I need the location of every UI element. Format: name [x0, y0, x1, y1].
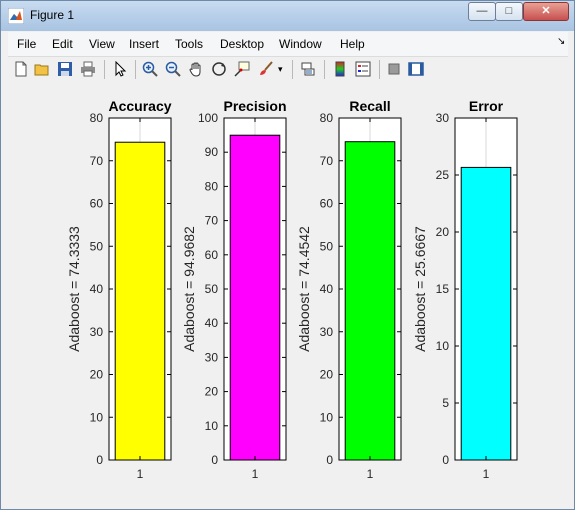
menu-file[interactable]: File [17, 37, 36, 51]
menu-view[interactable]: View [89, 37, 115, 51]
y-tick-label: 0 [442, 453, 449, 467]
menu-edit[interactable]: Edit [52, 37, 73, 51]
close-button[interactable]: ✕ [523, 2, 569, 21]
y-tick-label: 10 [320, 410, 334, 424]
link-icon[interactable] [300, 61, 316, 77]
figure-canvas: 0 10 20 30 40 50 60 70 80 1 Accuracy Adaboost = 74.… [8, 83, 568, 503]
subplot-grid: 010203040506070801AccuracyAdaboost = 74.… [66, 98, 518, 481]
y-tick-label: 70 [205, 214, 219, 228]
menu-tools[interactable]: Tools [175, 37, 203, 51]
y-tick-label: 40 [90, 282, 104, 296]
toolbar: ▾ [8, 56, 568, 84]
y-tick-label: 50 [90, 239, 104, 253]
y-tick-label: 0 [326, 453, 333, 467]
zoom-in-icon[interactable] [142, 61, 158, 77]
y-tick-label: 60 [205, 248, 219, 262]
y-tick-label: 60 [90, 197, 104, 211]
y-axis-label: Adaboost = 74.3333 [66, 226, 82, 352]
bar [344, 141, 396, 461]
y-tick-label: 50 [320, 239, 334, 253]
y-tick-label: 0 [211, 453, 218, 467]
y-tick-label: 10 [205, 419, 219, 433]
y-tick-label: 100 [198, 111, 218, 125]
dock-arrow-icon[interactable]: ↘ [557, 36, 565, 47]
y-tick-label: 0 [96, 453, 103, 467]
toolbar-separator [135, 60, 136, 79]
y-tick-label: 70 [90, 154, 104, 168]
y-tick-label: 80 [320, 111, 334, 125]
toolbar-separator [379, 60, 380, 79]
pointer-icon[interactable] [112, 61, 128, 77]
new-figure-icon[interactable] [13, 61, 29, 77]
y-tick-label: 40 [205, 316, 219, 330]
y-tick-label: 20 [436, 225, 450, 239]
y-tick-label: 20 [205, 385, 219, 399]
rotate-icon[interactable] [211, 61, 227, 77]
toolbar-separator [324, 60, 325, 79]
y-tick-label: 30 [436, 111, 450, 125]
pan-icon[interactable] [188, 61, 204, 77]
subplot-title: Error [469, 98, 504, 114]
toolbar-separator [292, 60, 293, 79]
y-tick-label: 30 [205, 350, 219, 364]
menu-insert[interactable]: Insert [129, 37, 159, 51]
x-tick-label: 1 [252, 467, 259, 481]
menu-help[interactable]: Help [340, 37, 365, 51]
subplot-title: Precision [223, 98, 286, 114]
menu-window[interactable]: Window [279, 37, 322, 51]
menu-desktop[interactable]: Desktop [220, 37, 264, 51]
subplot-title: Accuracy [108, 98, 171, 114]
y-tick-label: 5 [442, 396, 449, 410]
window-title: Figure 1 [30, 8, 75, 22]
y-tick-label: 80 [205, 179, 219, 193]
save-icon[interactable] [57, 61, 73, 77]
x-tick-label: 1 [483, 467, 490, 481]
zoom-out-icon[interactable] [165, 61, 181, 77]
title-bar[interactable]: Figure 1 — □ ✕ [1, 1, 574, 31]
brush-icon[interactable] [258, 61, 274, 77]
y-tick-label: 90 [205, 145, 219, 159]
y-tick-label: 20 [320, 368, 334, 382]
colorbar-icon[interactable] [332, 61, 348, 77]
minimize-button[interactable]: — [468, 2, 496, 21]
y-tick-label: 80 [90, 111, 104, 125]
x-tick-label: 1 [137, 467, 144, 481]
menu-bar: File Edit View Insert Tools Desktop Wind… [8, 32, 568, 56]
y-axis-label: Adaboost = 25.6667 [412, 226, 428, 352]
y-tick-label: 15 [436, 282, 450, 296]
y-axis-label: Adaboost = 74.4542 [296, 226, 312, 352]
show-plot-tools-icon[interactable] [408, 61, 424, 77]
y-tick-label: 60 [320, 197, 334, 211]
x-tick-label: 1 [367, 467, 374, 481]
y-tick-label: 10 [436, 339, 450, 353]
y-tick-label: 70 [320, 154, 334, 168]
y-tick-label: 50 [205, 282, 219, 296]
bar [229, 134, 281, 461]
y-tick-label: 30 [320, 325, 334, 339]
y-axis-label: Adaboost = 94.9682 [181, 226, 197, 352]
maximize-button[interactable]: □ [495, 2, 523, 21]
y-tick-label: 10 [90, 410, 104, 424]
y-tick-label: 30 [90, 325, 104, 339]
figure-window: Figure 1 — □ ✕ File Edit View Insert Too… [0, 0, 575, 510]
hide-plot-tools-icon[interactable] [386, 61, 402, 77]
y-tick-label: 40 [320, 282, 334, 296]
y-tick-label: 25 [436, 168, 450, 182]
subplot-title: Recall [349, 98, 390, 114]
toolbar-separator [104, 60, 105, 79]
data-cursor-icon[interactable] [234, 61, 250, 77]
matlab-logo-icon [8, 8, 24, 24]
bar [460, 166, 512, 461]
bar [114, 141, 166, 461]
print-icon[interactable] [80, 61, 96, 77]
open-file-icon[interactable] [34, 61, 50, 77]
legend-icon[interactable] [355, 61, 371, 77]
y-tick-label: 20 [90, 368, 104, 382]
